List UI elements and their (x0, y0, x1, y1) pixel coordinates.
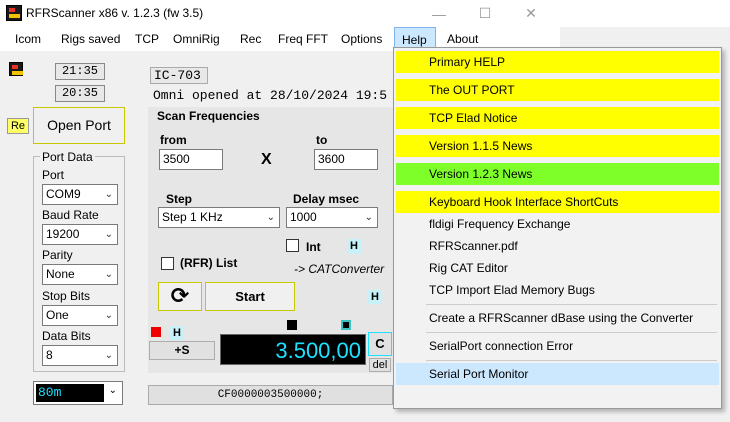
clock-local: 21:35 (55, 63, 105, 80)
window-title: RFRScanner x86 v. 1.2.3 (fw 3.5) (26, 6, 204, 20)
help-serial-port-monitor[interactable]: Serial Port Monitor (396, 363, 719, 385)
menu-icom[interactable]: Icom (8, 27, 48, 51)
c-button[interactable]: C (368, 332, 392, 356)
data-bits-select[interactable]: 8 ⌄ (42, 345, 118, 366)
frequency-display: 3.500,00 (220, 334, 366, 365)
app-icon (6, 5, 22, 21)
h-toggle-2[interactable]: H (368, 290, 382, 304)
rig-logo-icon (9, 62, 23, 76)
step-select[interactable]: Step 1 KHz ⌄ (158, 207, 280, 228)
parity-select[interactable]: None ⌄ (42, 264, 118, 285)
cat-converter-label: -> CATConverter (294, 262, 385, 276)
help-pdf[interactable]: RFRScanner.pdf (396, 235, 719, 257)
radio-model: IC-703 (150, 67, 208, 84)
help-out-port[interactable]: The OUT PORT (396, 79, 719, 101)
indicator-black-1 (287, 320, 297, 330)
help-version-123-news[interactable]: Version 1.2.3 News (396, 163, 719, 185)
menu-tcp[interactable]: TCP (128, 27, 166, 51)
from-input[interactable]: 3500 (159, 149, 223, 170)
int-label: Int (306, 240, 321, 254)
to-label: to (316, 133, 328, 147)
int-checkbox[interactable] (286, 239, 299, 252)
menu-separator (426, 360, 717, 361)
port-data-title: Port Data (40, 150, 95, 164)
from-label: from (160, 133, 187, 147)
port-select[interactable]: COM9 ⌄ (42, 184, 118, 205)
start-button[interactable]: Start (205, 282, 295, 311)
menu-rigs-saved[interactable]: Rigs saved (54, 27, 127, 51)
plus-s-button[interactable]: +S (149, 341, 215, 360)
cat-string: CF0000003500000; (148, 385, 393, 405)
menu-rec[interactable]: Rec (233, 27, 268, 51)
baud-rate-label: Baud Rate (42, 208, 99, 222)
delay-select[interactable]: 1000 ⌄ (286, 207, 378, 228)
help-tcp-import-bugs[interactable]: TCP Import Elad Memory Bugs (396, 279, 719, 301)
del-button[interactable]: del (369, 358, 391, 372)
band-value: 80m (36, 384, 104, 402)
help-tcp-elad-notice[interactable]: TCP Elad Notice (396, 107, 719, 129)
menu-separator (426, 332, 717, 333)
rfr-list-label: (RFR) List (180, 256, 238, 270)
help-rig-cat-editor[interactable]: Rig CAT Editor (396, 257, 719, 279)
menu-separator (426, 304, 717, 305)
rfr-list-checkbox[interactable] (161, 257, 174, 270)
chevron-down-icon: ⌄ (108, 385, 117, 396)
band-select[interactable]: 80m ⌄ (33, 381, 123, 405)
delay-label: Delay msec (293, 192, 360, 206)
open-port-button[interactable]: Open Port (33, 107, 125, 144)
menu-options[interactable]: Options (334, 27, 389, 51)
port-label: Port (42, 168, 65, 182)
minimize-button[interactable]: — (416, 0, 462, 27)
stop-bits-select[interactable]: One ⌄ (42, 305, 118, 326)
help-primary[interactable]: Primary HELP (396, 51, 719, 73)
help-create-dbase[interactable]: Create a RFRScanner dBase using the Conv… (396, 307, 719, 329)
radio-status: Omni opened at 28/10/2024 19:5 (153, 88, 388, 103)
refresh-button[interactable]: ⟳ (158, 282, 202, 311)
help-dropdown: Primary HELP The OUT PORT TCP Elad Notic… (393, 47, 722, 409)
step-label: Step (166, 192, 193, 206)
h-toggle[interactable]: H (347, 239, 361, 254)
help-version-115-news[interactable]: Version 1.1.5 News (396, 135, 719, 157)
baud-rate-select[interactable]: 19200 ⌄ (42, 224, 118, 245)
x-label: X (261, 151, 272, 168)
menu-omnirig[interactable]: OmniRig (166, 27, 227, 51)
to-input[interactable]: 3600 (314, 149, 378, 170)
scan-title: Scan Frequencies (157, 109, 260, 123)
help-keyboard-shortcuts[interactable]: Keyboard Hook Interface ShortCuts (396, 191, 719, 213)
refresh-icon: ⟳ (170, 283, 190, 308)
help-fldigi[interactable]: fldigi Frequency Exchange (396, 213, 719, 235)
clock-utc: 20:35 (55, 85, 105, 102)
stop-bits-label: Stop Bits (42, 289, 91, 303)
h-toggle-3[interactable]: H (170, 326, 184, 340)
menu-freq-fft[interactable]: Freq FFT (271, 27, 335, 51)
parity-label: Parity (42, 248, 73, 262)
maximize-button[interactable]: ☐ (462, 0, 508, 27)
indicator-red (151, 327, 161, 337)
data-bits-label: Data Bits (42, 329, 91, 343)
indicator-black-2 (341, 320, 351, 330)
frequency-value: 3.500,00 (275, 338, 361, 363)
help-serialport-error[interactable]: SerialPort connection Error (396, 335, 719, 357)
close-button[interactable]: ✕ (508, 0, 554, 27)
re-label: Re (7, 118, 29, 134)
